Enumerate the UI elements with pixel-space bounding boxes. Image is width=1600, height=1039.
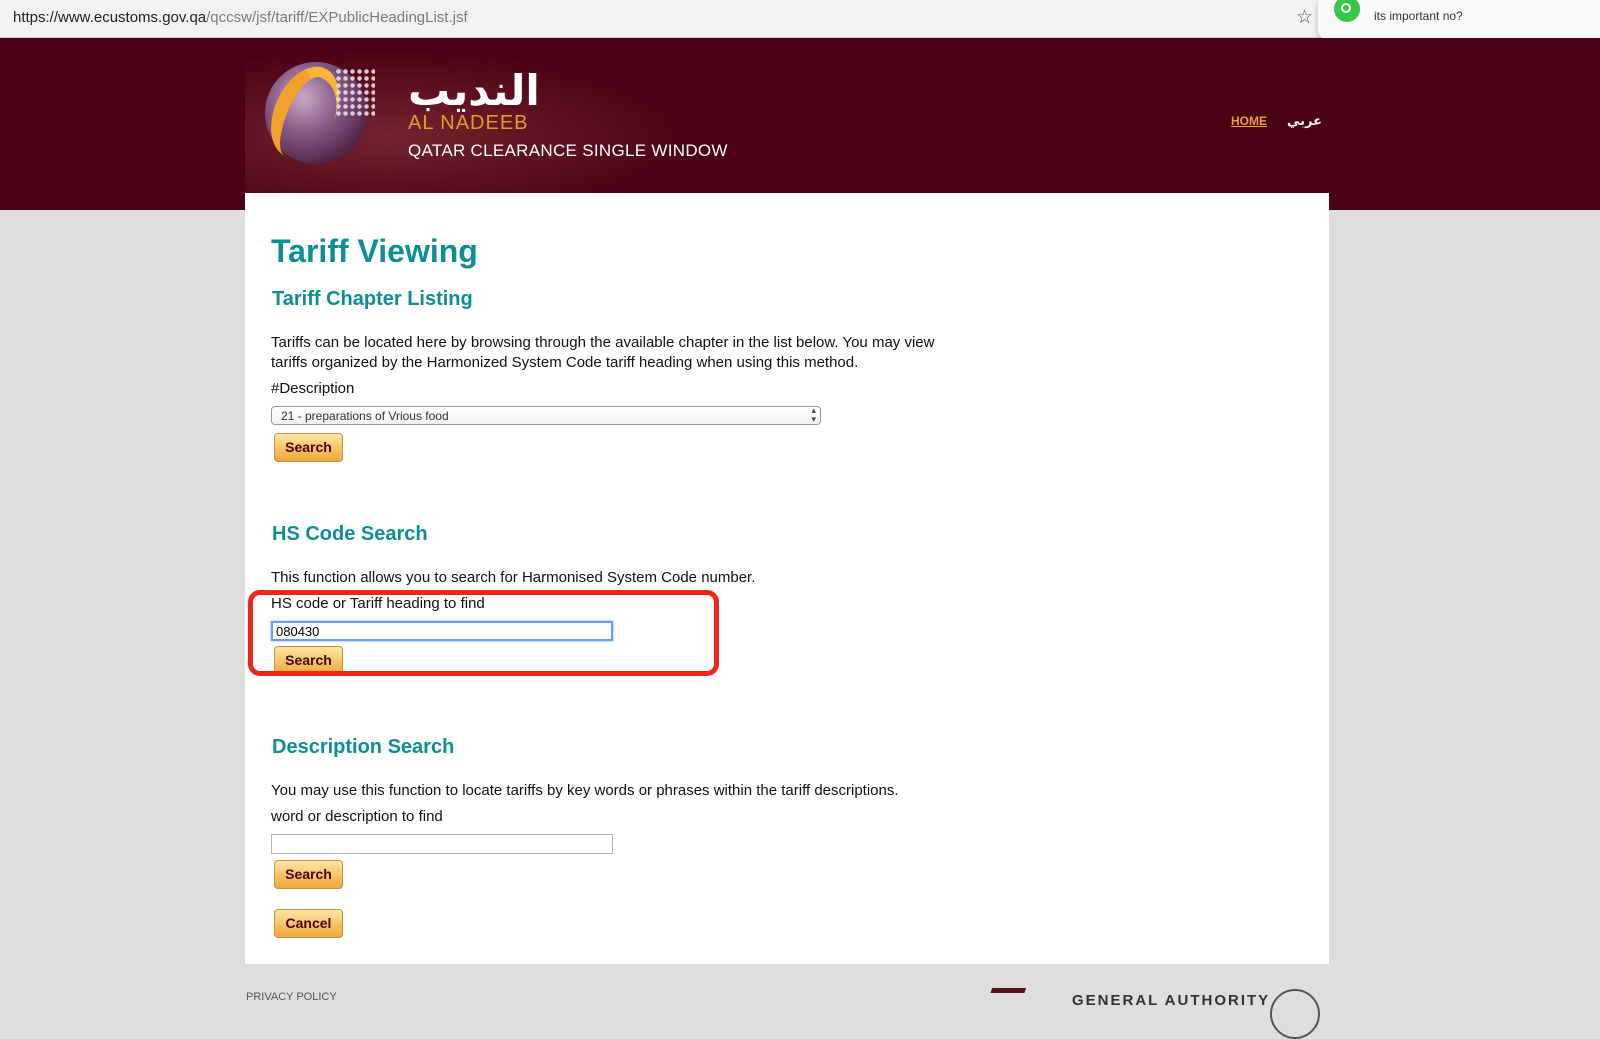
url-host: https://www.ecustoms.gov.qa [13,9,207,26]
site-header: النديب AL NADEEB QATAR CLEARANCE SINGLE … [0,38,1600,210]
notification-text: its important no? [1374,9,1463,23]
chapter-select-value: 21 - preparations of Vrious food [281,409,449,423]
logo-subtitle: QATAR CLEARANCE SINGLE WINDOW [408,141,728,160]
cancel-button[interactable]: Cancel [274,909,343,938]
main-card: Tariff Viewing Tariff Chapter Listing Ta… [245,193,1329,964]
description-search-title: Description Search [272,736,455,758]
notification-toast[interactable]: its important no? [1318,0,1600,40]
logo-arabic-text: النديب [408,66,540,115]
chapter-search-button[interactable]: Search [274,433,343,462]
hs-code-description: This function allows you to search for H… [271,569,756,586]
nav-arabic-link[interactable]: عربي [1287,114,1322,129]
description-field-label: word or description to find [271,808,443,825]
description-input[interactable] [271,834,613,854]
description-search-button[interactable]: Search [274,860,343,889]
description-search-description: You may use this function to locate tari… [271,782,899,799]
page-title: Tariff Viewing [271,233,478,269]
red-highlight-annotation [248,590,719,676]
chapter-listing-title: Tariff Chapter Listing [272,288,473,310]
authority-logo-icon [983,988,1027,1011]
url-text[interactable]: https://www.ecustoms.gov.qa/qccsw/jsf/ta… [13,9,468,26]
privacy-policy-link[interactable]: PRIVACY POLICY [246,991,337,1003]
whatsapp-icon [1334,0,1360,22]
select-arrows-icon: ▴ ▾ [811,405,816,424]
globe-dots-pattern [335,68,375,118]
hs-code-search-title: HS Code Search [272,523,428,545]
chapter-listing-description: Tariffs can be located here by browsing … [271,334,935,371]
logo-english-text: AL NADEEB [408,112,529,134]
chapter-select[interactable]: 21 - preparations of Vrious food ▴ ▾ [271,406,821,425]
seal-icon [1270,989,1320,1039]
bookmark-star-icon[interactable]: ☆ [1296,6,1313,29]
url-path: /qccsw/jsf/tariff/EXPublicHeadingList.js… [206,9,468,26]
chapter-field-label: #Description [271,380,355,397]
nav-home-link[interactable]: HOME [1231,114,1267,128]
